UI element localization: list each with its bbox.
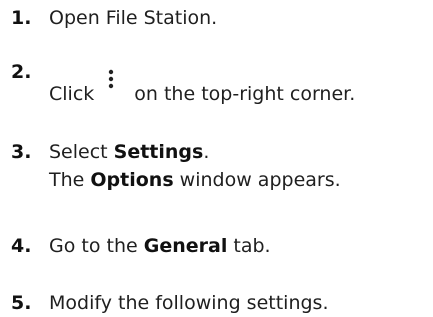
options-label: Options [90, 169, 174, 191]
step-number: 3. [11, 141, 32, 163]
step-text-before: Click [49, 83, 95, 105]
step-text-after: on the top-right corner. [134, 83, 356, 105]
kebab-menu-icon [94, 69, 134, 102]
step-text: Go to the General tab. [49, 232, 271, 260]
step-text: Click on the top-right corner. [49, 69, 356, 108]
step-text: Select Settings. The Options window appe… [49, 138, 341, 194]
settings-label: Settings [113, 141, 204, 163]
step-text: Open File Station. [49, 7, 218, 29]
text-suffix: tab. [227, 235, 271, 257]
text-suffix: . [203, 141, 210, 163]
step-number: 1. [11, 7, 32, 29]
step-line-1: Select Settings. [49, 141, 209, 163]
text-prefix: The [49, 169, 91, 191]
step-line-2: The Options window appears. [49, 166, 341, 194]
text-suffix: window appears. [173, 169, 341, 191]
step-number: 5. [11, 292, 32, 314]
step-text: Modify the following settings. [49, 292, 329, 314]
text-prefix: Select [49, 141, 114, 163]
step-number: 4. [11, 235, 32, 257]
text-prefix: Go to the [49, 235, 144, 257]
instruction-steps: 1. Open File Station. 2. Click on the top… [0, 0, 433, 315]
general-label: General [143, 235, 228, 257]
step-number: 2. [11, 61, 32, 83]
